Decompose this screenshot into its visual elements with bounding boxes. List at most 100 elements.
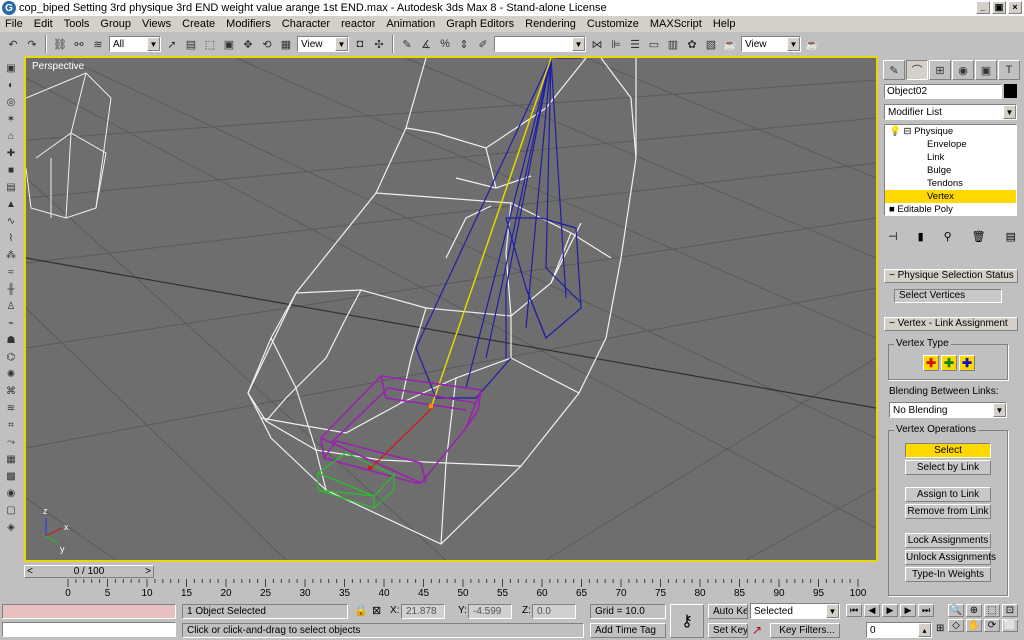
configure-modifier-sets-icon[interactable]: ▤ — [1006, 230, 1016, 243]
key-mode-dropdown[interactable]: Selected ▼ — [750, 603, 840, 619]
deformable-vertex-button[interactable]: ✚ — [941, 355, 957, 371]
layer-manager-icon[interactable]: ☰ — [627, 36, 643, 52]
reactor-icon[interactable]: ✺ — [4, 367, 18, 381]
quick-render-teapot-icon[interactable]: ☕ — [804, 36, 820, 52]
render-view-dropdown[interactable]: View ▼ — [741, 36, 801, 52]
display-tab-icon[interactable]: ▣ — [975, 60, 997, 80]
pivot-center-icon[interactable]: ◘ — [352, 36, 368, 52]
remove-from-link-button[interactable]: Remove from Link — [905, 504, 991, 519]
key-icon[interactable]: ⚷ — [670, 604, 704, 638]
stack-item-envelope[interactable]: Envelope — [885, 138, 1016, 151]
utilities-tab-icon[interactable]: T — [998, 60, 1020, 80]
previous-frame-icon[interactable]: ◀ — [864, 604, 880, 617]
object-name-field[interactable]: Object02 — [884, 84, 1002, 99]
select-and-link-icon[interactable]: ⛓ — [52, 36, 68, 52]
sphere-icon[interactable]: ◐ — [4, 78, 18, 92]
menu-group[interactable]: Group — [100, 18, 131, 30]
cylinder-icon[interactable]: ▤ — [4, 180, 18, 194]
hair-icon[interactable]: ≋ — [4, 401, 18, 415]
angle-snap-icon[interactable]: ∡ — [418, 36, 434, 52]
material-editor-icon[interactable]: ✿ — [684, 36, 700, 52]
stack-item-vertex[interactable]: Vertex — [885, 190, 1016, 203]
bone-icon[interactable]: ╫ — [4, 282, 18, 296]
render-scene-icon[interactable]: ▧ — [703, 36, 719, 52]
menu-views[interactable]: Views — [142, 18, 171, 30]
bind-space-warp-icon[interactable]: ≋ — [90, 36, 106, 52]
cloth-icon[interactable]: ⌘ — [4, 384, 18, 398]
zoom-extents-icon[interactable]: ⬚ — [984, 604, 1000, 617]
space-warp-icon[interactable]: ≈ — [4, 265, 18, 279]
percent-snap-icon[interactable]: % — [437, 36, 453, 52]
arc-rotate-icon[interactable]: ⟳ — [984, 619, 1000, 632]
lock-assignments-button[interactable]: Lock Assignments — [905, 533, 991, 548]
select-by-name-icon[interactable]: ▤ — [183, 36, 199, 52]
object-color-swatch[interactable] — [1004, 84, 1017, 98]
spinner-snap-icon[interactable]: ⇕ — [456, 36, 472, 52]
curve-editor-icon[interactable]: ▭ — [646, 36, 662, 52]
modifier-icon[interactable]: ⌁ — [4, 316, 18, 330]
helper-icon[interactable]: ✚ — [4, 146, 18, 160]
unlink-icon[interactable]: ⚯ — [71, 36, 87, 52]
absolute-mode-icon[interactable]: ⊠ — [372, 604, 381, 617]
remove-modifier-icon[interactable]: 🗑 — [972, 230, 986, 243]
blending-dropdown[interactable]: No Blending ▼ — [889, 402, 1007, 418]
modifier-stack[interactable]: 💡 ⊟ Physique Envelope Link Bulge Tendons… — [884, 124, 1017, 216]
physique-icon[interactable]: ☗ — [4, 333, 18, 347]
create-tab-icon[interactable]: ✎ — [883, 60, 905, 80]
zoom-extents-all-icon[interactable]: ⊡ — [1002, 604, 1018, 617]
select-rotate-icon[interactable]: ⟲ — [259, 36, 275, 52]
particle-icon[interactable]: ⁂ — [4, 248, 18, 262]
pin-stack-icon[interactable]: ⊣ — [888, 230, 898, 243]
menu-file[interactable]: File — [5, 18, 23, 30]
x-coordinate-field[interactable]: 21.878 — [401, 604, 445, 619]
auto-key-button[interactable]: Auto Key — [708, 604, 748, 619]
current-frame-spinner[interactable]: 0 ▴ — [866, 622, 932, 638]
stack-item-bulge[interactable]: Bulge — [885, 164, 1016, 177]
z-coordinate-field[interactable]: 0.0 — [532, 604, 576, 619]
light-bulb-icon[interactable]: 💡 — [889, 126, 901, 137]
collapse-icon[interactable]: ⊟ — [903, 126, 911, 137]
window-crossing-icon[interactable]: ▣ — [221, 36, 237, 52]
maxscript-input[interactable] — [2, 622, 176, 637]
utilities-icon[interactable]: ◈ — [4, 520, 18, 534]
select-scale-icon[interactable]: ▦ — [278, 36, 294, 52]
create-icon[interactable]: ▣ — [4, 61, 18, 75]
menu-help[interactable]: Help — [713, 18, 736, 30]
manipulate-icon[interactable]: ✣ — [371, 36, 387, 52]
maximize-viewport-icon[interactable]: ⬜ — [1002, 619, 1018, 632]
maxscript-listener[interactable] — [2, 604, 176, 619]
zoom-icon[interactable]: 🔍 — [948, 604, 964, 617]
add-time-tag-button[interactable]: Add Time Tag — [590, 623, 666, 638]
camera-icon[interactable]: ⌂ — [4, 129, 18, 143]
video-post-icon[interactable]: ◉ — [4, 486, 18, 500]
key-curve-icon[interactable]: ↗ — [752, 623, 762, 637]
menu-animation[interactable]: Animation — [386, 18, 435, 30]
stack-item-link[interactable]: Link — [885, 151, 1016, 164]
type-in-weights-button[interactable]: Type-In Weights — [905, 567, 991, 582]
modifier-list-dropdown[interactable]: Modifier List ▼ — [884, 104, 1017, 120]
menu-rendering[interactable]: Rendering — [525, 18, 576, 30]
make-unique-icon[interactable]: ⚲ — [944, 230, 952, 243]
stack-item-editable-poly[interactable]: ■ Editable Poly — [885, 203, 1016, 216]
modify-tab-icon[interactable]: ⌒ — [906, 60, 928, 80]
cone-icon[interactable]: ▲ — [4, 197, 18, 211]
pan-icon[interactable]: ✋ — [966, 619, 982, 632]
rigid-vertex-button[interactable]: ✚ — [923, 355, 939, 371]
time-next-button[interactable]: > — [145, 566, 151, 577]
selection-filter-dropdown[interactable]: All ▼ — [109, 36, 161, 52]
light-icon[interactable]: ✶ — [4, 112, 18, 126]
expand-icon[interactable]: ■ — [889, 204, 895, 215]
time-config-icon[interactable]: ⊞ — [936, 623, 944, 634]
render-icon[interactable]: ▩ — [4, 469, 18, 483]
select-button[interactable]: Select — [905, 443, 991, 458]
track-bar[interactable]: 0 5 10 15 20 25 30 35 40 45 50 55 60 65 70 75 80 85 90 95 10… — [22, 579, 878, 601]
time-prev-button[interactable]: < — [27, 566, 33, 577]
close-button[interactable]: × — [1008, 1, 1022, 14]
display-icon[interactable]: ▢ — [4, 503, 18, 517]
schematic-view-icon[interactable]: ▥ — [665, 36, 681, 52]
field-of-view-icon[interactable]: ◇ — [948, 619, 964, 632]
named-selection-dropdown[interactable]: ▼ — [494, 36, 586, 52]
menu-modifiers[interactable]: Modifiers — [226, 18, 271, 30]
box-icon[interactable]: ■ — [4, 163, 18, 177]
app-icon[interactable]: G — [2, 1, 16, 15]
